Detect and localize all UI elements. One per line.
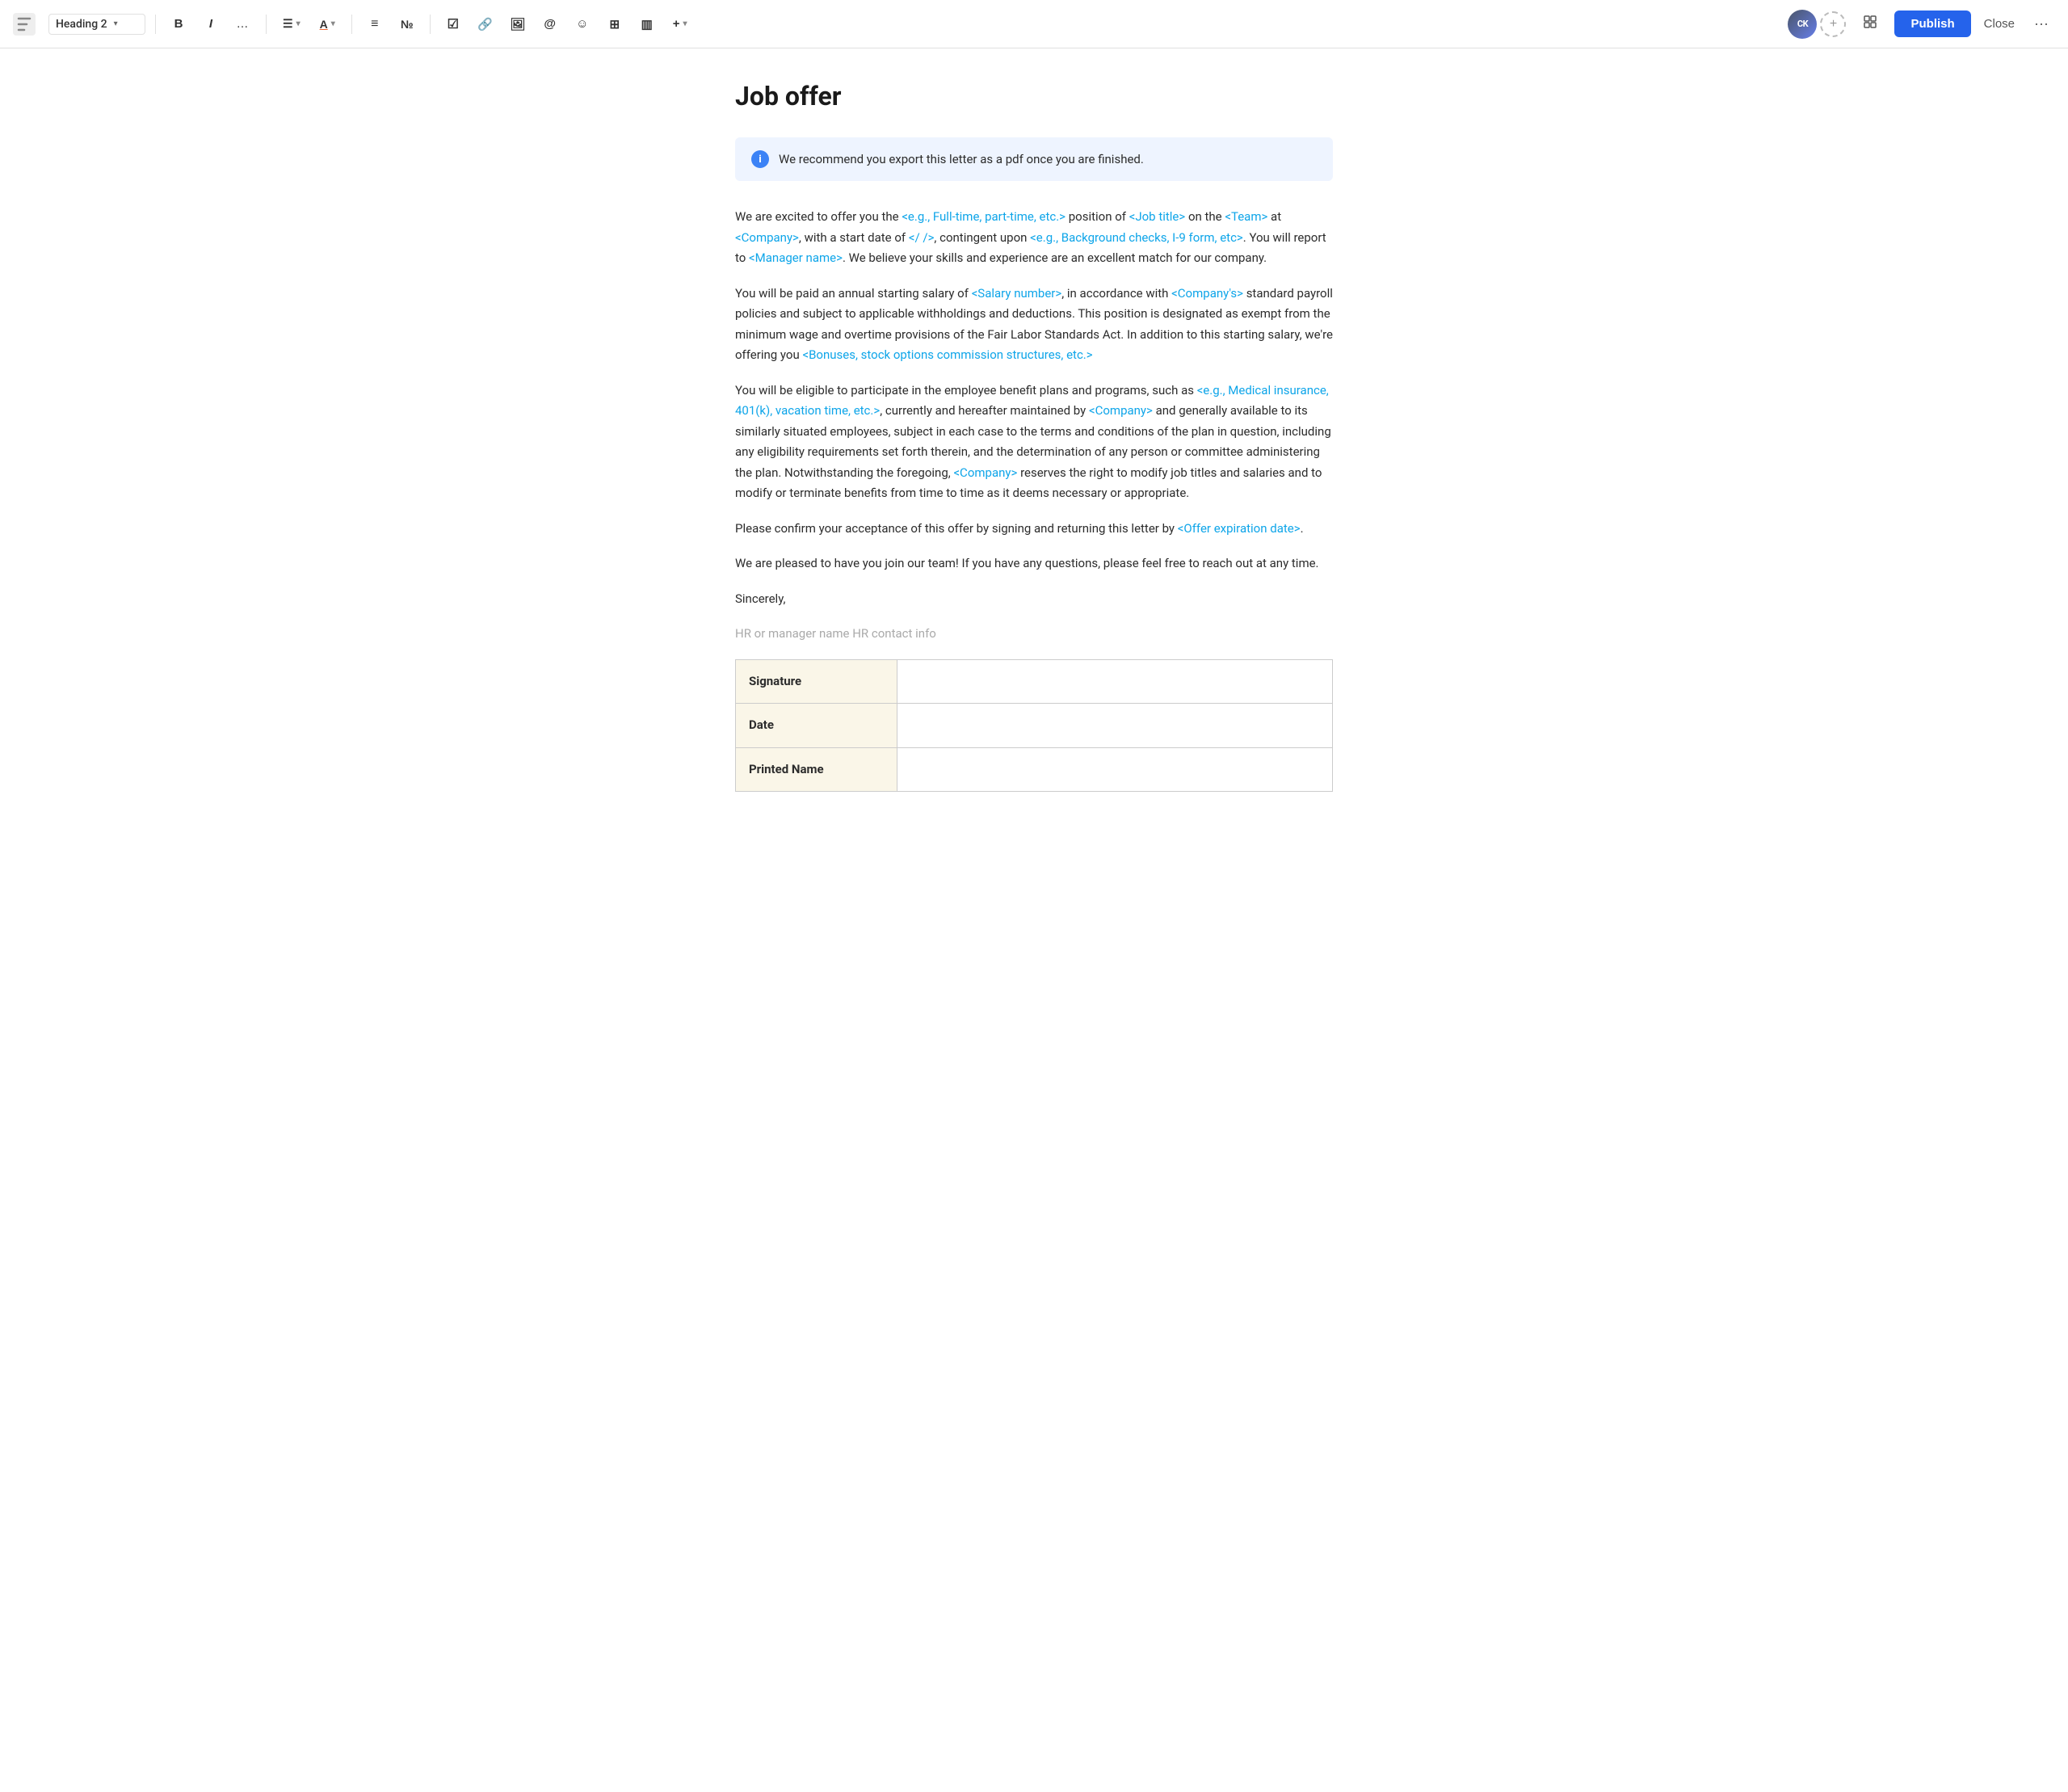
table-label-cell: Printed Name [736,747,897,792]
offer-expiration-placeholder[interactable]: <Offer expiration date> [1178,521,1301,536]
heading-style-selector[interactable]: Heading 2 ▾ [48,14,145,35]
team-placeholder[interactable]: <Team> [1225,209,1267,224]
overflow-icon: ··· [2034,15,2049,32]
paragraph-4: Please confirm your acceptance of this o… [735,519,1333,540]
chevron-down-icon: ▾ [114,19,118,28]
numbered-list-icon: № [401,18,414,31]
heading-style-label: Heading 2 [56,18,107,31]
table-row: Date [736,704,1333,748]
at-icon: @ [544,17,556,31]
hr-contact-placeholder: HR or manager name HR contact info [735,626,936,641]
emoji-button[interactable]: ☺ [570,11,595,37]
divider-4 [430,15,431,34]
divider-3 [351,15,352,34]
toggle-view-icon [1862,14,1878,34]
collaborators: CK + [1788,10,1846,39]
background-check-placeholder[interactable]: <e.g., Background checks, I-9 form, etc> [1030,230,1243,245]
numbered-list-button[interactable]: № [394,11,420,37]
link-icon: 🔗 [477,17,493,32]
align-chevron-icon: ▾ [296,19,301,28]
employment-type-placeholder[interactable]: <e.g., Full-time, part-time, etc.> [902,209,1066,224]
bullet-list-button[interactable]: ≡ [362,11,388,37]
company-placeholder-2[interactable]: <Company's> [1171,286,1243,301]
table-icon: ⊞ [609,17,620,32]
manager-name-placeholder[interactable]: <Manager name> [749,250,843,265]
info-message: We recommend you export this letter as a… [779,152,1144,166]
signature-placeholder-text: HR or manager name HR contact info [735,624,1333,645]
image-button[interactable]: 🖼 [505,11,531,37]
paragraph-1: We are excited to offer you the <e.g., F… [735,207,1333,269]
info-banner: i We recommend you export this letter as… [735,137,1333,181]
table-value-cell[interactable] [897,704,1333,748]
table-label-cell: Date [736,704,897,748]
start-date-placeholder[interactable]: </ /> [909,230,935,245]
columns-button[interactable]: ▥ [634,11,660,37]
table-value-cell[interactable] [897,747,1333,792]
align-icon: ☰ [283,17,293,31]
italic-button[interactable]: I [198,11,224,37]
toolbar: Heading 2 ▾ B I … ☰ ▾ A ▾ ≡ № ☑ 🔗 🖼 @ ☺ … [0,0,2068,48]
table-value-cell[interactable] [897,659,1333,704]
toolbar-right: CK + Publish Close ··· [1788,10,2055,39]
paragraph-2: You will be paid an annual starting sala… [735,284,1333,366]
link-button[interactable]: 🔗 [473,11,498,37]
font-color-button[interactable]: A ▾ [313,11,342,37]
signature-table: SignatureDatePrinted Name [735,659,1333,793]
sincerely-text: Sincerely, [735,589,1333,610]
publish-button[interactable]: Publish [1894,11,1970,37]
toggle-view-button[interactable] [1856,10,1885,39]
table-row: Signature [736,659,1333,704]
app-logo [13,13,36,36]
benefits-placeholder[interactable]: <e.g., Medical insurance, 401(k), vacati… [735,383,1329,419]
overflow-menu-button[interactable]: ··· [2028,12,2055,36]
company-placeholder-1[interactable]: <Company> [735,230,799,245]
bold-button[interactable]: B [166,11,191,37]
editor-body[interactable]: We are excited to offer you the <e.g., F… [735,207,1333,792]
more-formatting-button[interactable]: … [230,11,256,37]
font-color-chevron-icon: ▾ [331,19,335,28]
salary-placeholder[interactable]: <Salary number> [972,286,1062,301]
task-button[interactable]: ☑ [440,11,466,37]
insert-button[interactable]: + ▾ [666,11,694,37]
task-icon: ☑ [448,16,459,32]
company-placeholder-3[interactable]: <Company> [1089,403,1153,418]
add-icon: + [1830,17,1837,32]
close-button[interactable]: Close [1981,11,2018,37]
bonuses-placeholder[interactable]: <Bonuses, stock options commission struc… [802,347,1092,362]
divider-1 [155,15,156,34]
divider-2 [266,15,267,34]
table-button[interactable]: ⊞ [602,11,628,37]
job-title-placeholder[interactable]: <Job title> [1129,209,1186,224]
insert-icon: + [673,17,680,31]
info-icon: i [751,150,769,168]
align-button[interactable]: ☰ ▾ [276,11,307,37]
user-avatar[interactable]: CK [1788,10,1817,39]
document-title[interactable]: Job offer [735,81,1333,111]
avatar-initials: CK [1797,19,1808,29]
insert-chevron-icon: ▾ [683,19,687,28]
bullet-list-icon: ≡ [371,17,378,32]
mention-button[interactable]: @ [537,11,563,37]
add-collaborator-button[interactable]: + [1820,11,1846,37]
table-label-cell: Signature [736,659,897,704]
paragraph-5: We are pleased to have you join our team… [735,553,1333,574]
image-icon: 🖼 [510,17,525,32]
emoji-icon: ☺ [576,17,588,31]
table-row: Printed Name [736,747,1333,792]
company-placeholder-4[interactable]: <Company> [953,465,1017,480]
columns-icon: ▥ [641,17,653,32]
font-color-icon: A [320,18,328,31]
editor-area: Job offer i We recommend you export this… [719,48,1349,856]
paragraph-3: You will be eligible to participate in t… [735,381,1333,504]
